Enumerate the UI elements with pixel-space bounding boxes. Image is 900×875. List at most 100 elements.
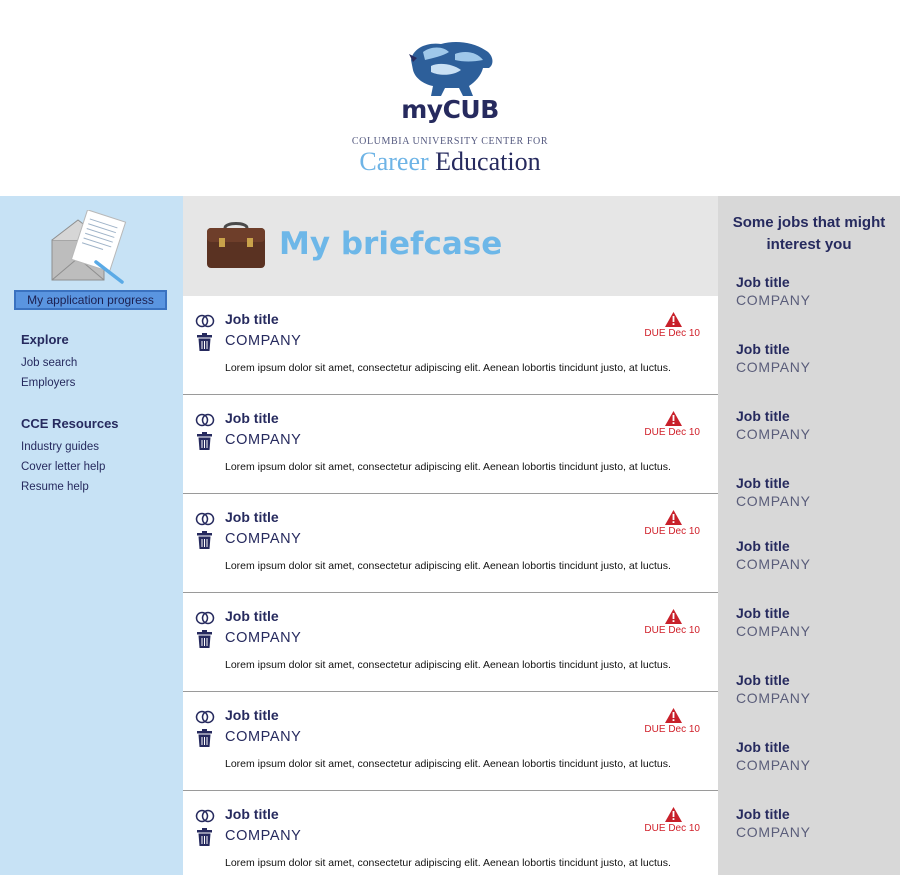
logo-career-word: Career — [359, 147, 429, 176]
left-sidebar: My application progress Explore Job sear… — [0, 196, 183, 875]
site-header: myCUB COLUMBIA UNIVERSITY CENTER FOR Car… — [0, 0, 900, 196]
logo-subtitle: COLUMBIA UNIVERSITY CENTER FOR — [351, 136, 549, 147]
recommended-company: COMPANY — [736, 359, 811, 375]
recommended-job-title[interactable]: Job title — [736, 408, 811, 424]
company-name: COMPANY — [225, 828, 302, 844]
briefcase-card[interactable]: Job title COMPANY Lorem ipsum dolor sit am… — [183, 296, 718, 395]
job-description: Lorem ipsum dolor sit amet, consectetur … — [225, 362, 671, 374]
rings-icon[interactable] — [195, 314, 215, 328]
lion-icon — [409, 42, 493, 96]
recommended-company: COMPANY — [736, 690, 811, 706]
due-date: DUE Dec 10 — [644, 724, 700, 735]
recommended-job-title[interactable]: Job title — [736, 605, 811, 621]
briefcase-card[interactable]: Job title COMPANY Lorem ipsum dolor sit am… — [183, 593, 718, 692]
trash-icon[interactable] — [197, 432, 212, 450]
envelope-letter-icon — [51, 210, 127, 284]
nav-link-resume-help[interactable]: Resume help — [21, 477, 119, 497]
rings-icon[interactable] — [195, 809, 215, 823]
recommended-company: COMPANY — [736, 426, 811, 442]
nav-link-employers[interactable]: Employers — [21, 373, 77, 393]
trash-icon[interactable] — [197, 333, 212, 351]
company-name: COMPANY — [225, 432, 302, 448]
warning-icon — [665, 312, 682, 327]
recommended-job-item[interactable]: Job title COMPANY — [736, 475, 811, 509]
recommended-job-title[interactable]: Job title — [736, 274, 811, 290]
job-title-link[interactable]: Job title — [225, 707, 279, 723]
rings-icon[interactable] — [195, 413, 215, 427]
due-date: DUE Dec 10 — [644, 526, 700, 537]
recommended-company: COMPANY — [736, 493, 811, 509]
warning-icon — [665, 510, 682, 525]
recommended-jobs-title: Some jobs that might interest you — [732, 214, 886, 253]
warning-icon — [665, 807, 682, 822]
warning-icon — [665, 708, 682, 723]
nav-link-industry-guides[interactable]: Industry guides — [21, 437, 119, 457]
briefcase-panel: My briefcase Job title COMPANY Lorem ipsum… — [183, 196, 718, 875]
recommended-company: COMPANY — [736, 623, 811, 639]
job-title-link[interactable]: Job title — [225, 806, 279, 822]
trash-icon[interactable] — [197, 531, 212, 549]
recommended-job-item[interactable]: Job title COMPANY — [736, 672, 811, 706]
recommended-company: COMPANY — [736, 757, 811, 773]
recommended-job-title[interactable]: Job title — [736, 538, 811, 554]
briefcase-card[interactable]: Job title COMPANY Lorem ipsum dolor sit am… — [183, 692, 718, 791]
briefcase-card[interactable]: Job title COMPANY Lorem ipsum dolor sit am… — [183, 791, 718, 875]
job-description: Lorem ipsum dolor sit amet, consectetur … — [225, 461, 671, 473]
job-title-link[interactable]: Job title — [225, 608, 279, 624]
recommended-job-title[interactable]: Job title — [736, 806, 811, 822]
job-title-link[interactable]: Job title — [225, 410, 279, 426]
recommended-job-item[interactable]: Job title COMPANY — [736, 806, 811, 840]
recommended-job-title[interactable]: Job title — [736, 341, 811, 357]
application-progress-button[interactable]: My application progress — [14, 290, 167, 310]
job-title-link[interactable]: Job title — [225, 311, 279, 327]
trash-icon[interactable] — [197, 630, 212, 648]
recommended-job-item[interactable]: Job title COMPANY — [736, 605, 811, 639]
due-date: DUE Dec 10 — [644, 823, 700, 834]
resources-nav: CCE Resources Industry guides Cover lett… — [21, 416, 119, 497]
recommended-company: COMPANY — [736, 556, 811, 572]
nav-link-cover-letter-help[interactable]: Cover letter help — [21, 457, 119, 477]
recommended-jobs-panel: Some jobs that might interest you Job ti… — [718, 196, 900, 875]
due-date: DUE Dec 10 — [644, 427, 700, 438]
recommended-job-item[interactable]: Job title COMPANY — [736, 739, 811, 773]
due-date: DUE Dec 10 — [644, 625, 700, 636]
logo-wordmark: myCUB — [401, 95, 499, 124]
recommended-job-title[interactable]: Job title — [736, 739, 811, 755]
job-description: Lorem ipsum dolor sit amet, consectetur … — [225, 560, 671, 572]
job-title-link[interactable]: Job title — [225, 509, 279, 525]
nav-link-job-search[interactable]: Job search — [21, 353, 77, 373]
warning-icon — [665, 411, 682, 426]
job-description: Lorem ipsum dolor sit amet, consectetur … — [225, 857, 671, 869]
recommended-job-item[interactable]: Job title COMPANY — [736, 408, 811, 442]
job-description: Lorem ipsum dolor sit amet, consectetur … — [225, 758, 671, 770]
logo-career-education: Career Education — [300, 147, 600, 177]
resources-heading: CCE Resources — [21, 416, 119, 431]
recommended-company: COMPANY — [736, 292, 811, 308]
rings-icon[interactable] — [195, 512, 215, 526]
recommended-job-item[interactable]: Job title COMPANY — [736, 341, 811, 375]
job-description: Lorem ipsum dolor sit amet, consectetur … — [225, 659, 671, 671]
explore-nav: Explore Job search Employers — [21, 332, 77, 393]
company-name: COMPANY — [225, 333, 302, 349]
company-name: COMPANY — [225, 729, 302, 745]
recommended-job-title[interactable]: Job title — [736, 672, 811, 688]
rings-icon[interactable] — [195, 611, 215, 625]
recommended-job-item[interactable]: Job title COMPANY — [736, 538, 811, 572]
explore-heading: Explore — [21, 332, 69, 347]
recommended-company: COMPANY — [736, 824, 811, 840]
company-name: COMPANY — [225, 531, 302, 547]
briefcase-card[interactable]: Job title COMPANY Lorem ipsum dolor sit am… — [183, 494, 718, 593]
rings-icon[interactable] — [195, 710, 215, 724]
logo-education-word: Education — [435, 147, 541, 176]
briefcase-header: My briefcase — [183, 196, 718, 296]
briefcase-icon — [207, 222, 265, 268]
trash-icon[interactable] — [197, 828, 212, 846]
recommended-job-item[interactable]: Job title COMPANY — [736, 274, 811, 308]
due-date: DUE Dec 10 — [644, 328, 700, 339]
recommended-job-title[interactable]: Job title — [736, 475, 811, 491]
page-title: My briefcase — [279, 226, 503, 262]
warning-icon — [665, 609, 682, 624]
trash-icon[interactable] — [197, 729, 212, 747]
company-name: COMPANY — [225, 630, 302, 646]
briefcase-card[interactable]: Job title COMPANY Lorem ipsum dolor sit am… — [183, 395, 718, 494]
